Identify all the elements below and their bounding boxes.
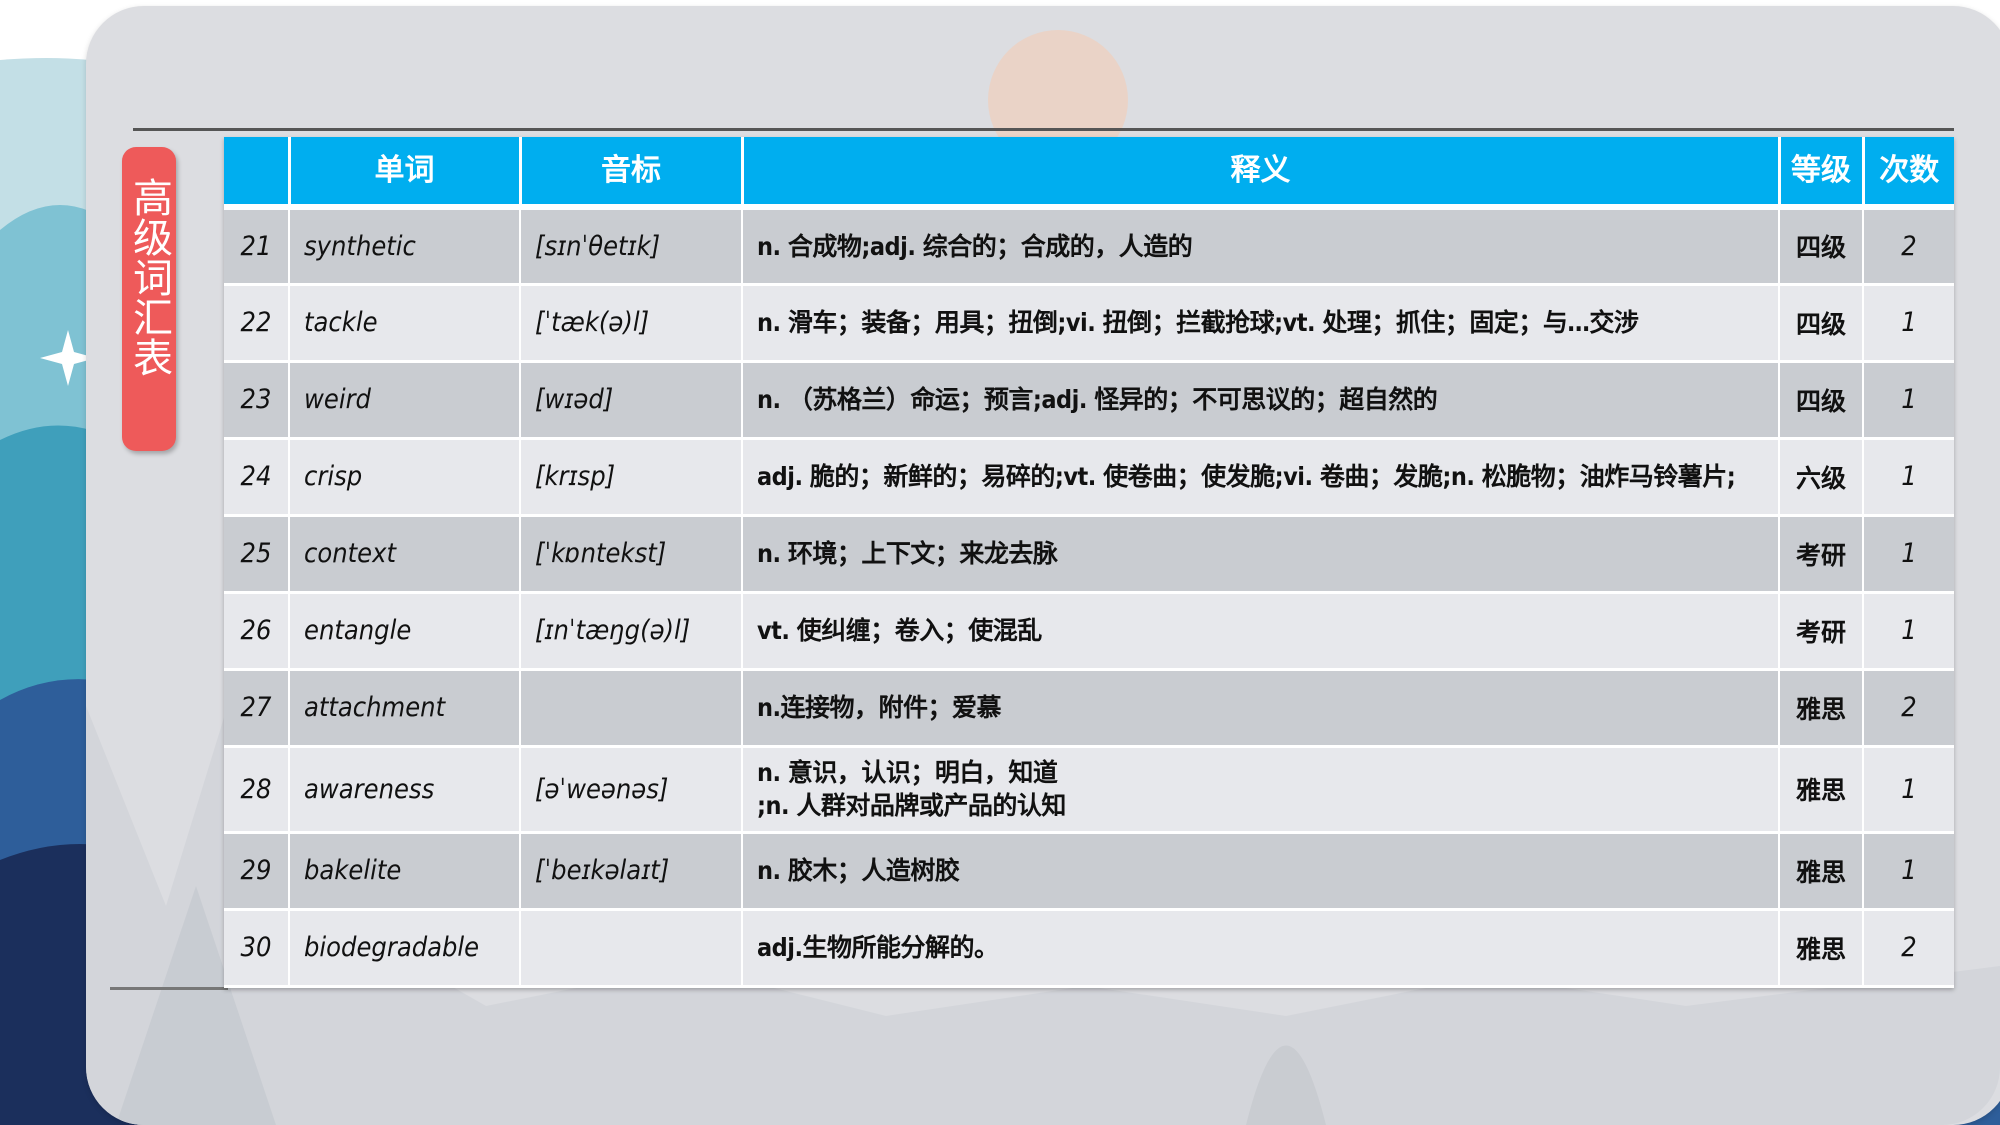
row-phonetic: [sɪnˈθetɪk] — [520, 207, 743, 286]
row-level: 考研 — [1779, 515, 1864, 594]
row-phonetic — [520, 669, 743, 748]
header-count: 次数 — [1863, 137, 1954, 207]
table-row: 27 attachment n.连接物，附件；爱慕 雅思 2 — [224, 669, 1954, 748]
row-definition: vt. 使纠缠；卷入；使混乱 — [742, 592, 1780, 671]
row-number: 29 — [224, 832, 290, 911]
row-phonetic: [ˈkɒntekst] — [520, 515, 743, 594]
row-word: attachment — [289, 669, 521, 748]
row-phonetic: [ˈbeɪkəlaɪt] — [520, 832, 743, 911]
row-definition: n. 环境；上下文；来龙去脉 — [742, 515, 1780, 594]
table-row: 29 bakelite [ˈbeɪkəlaɪt] n. 胶木；人造树胶 雅思 1 — [224, 832, 1954, 911]
vocabulary-table: 单词 音标 释义 等级 次数 21 synthetic [sɪnˈθetɪk] … — [224, 137, 1954, 988]
row-count: 1 — [1863, 832, 1954, 911]
row-phonetic: [ˈtæk(ə)l] — [520, 284, 743, 363]
header-level: 等级 — [1779, 137, 1865, 207]
row-word: synthetic — [289, 207, 521, 286]
row-number: 21 — [224, 207, 290, 286]
row-phonetic: [əˈweənəs] — [520, 746, 743, 834]
row-word: biodegradable — [289, 909, 521, 988]
row-count: 1 — [1863, 746, 1954, 834]
table-header-row: 单词 音标 释义 等级 次数 — [224, 137, 1954, 207]
row-count: 1 — [1863, 515, 1954, 594]
row-phonetic: [ɪnˈtæŋg(ə)l] — [520, 592, 743, 671]
row-number: 26 — [224, 592, 290, 671]
row-level: 考研 — [1779, 592, 1864, 671]
row-definition-line: ;n. 人群对品牌或产品的认知 — [757, 791, 1066, 820]
row-count: 1 — [1863, 284, 1954, 363]
top-divider — [133, 128, 1954, 131]
row-number: 28 — [224, 746, 290, 834]
row-phonetic: [krɪsp] — [520, 438, 743, 517]
row-count: 2 — [1863, 207, 1954, 286]
row-word: weird — [289, 361, 521, 440]
row-number: 25 — [224, 515, 290, 594]
bottom-divider — [110, 987, 228, 990]
table-row: 25 context [ˈkɒntekst] n. 环境；上下文；来龙去脉 考研… — [224, 515, 1954, 594]
table-row: 21 synthetic [sɪnˈθetɪk] n. 合成物;adj. 综合的… — [224, 207, 1954, 286]
table-row: 22 tackle [ˈtæk(ə)l] n. 滑车；装备；用具；扭倒;vi. … — [224, 284, 1954, 363]
row-phonetic — [520, 909, 743, 988]
table-row: 28 awareness [əˈweənəs] n. 意识，认识；明白，知道 ;… — [224, 746, 1954, 834]
header-word: 单词 — [289, 137, 522, 207]
row-number: 27 — [224, 669, 290, 748]
row-word: awareness — [289, 746, 521, 834]
header-index — [224, 137, 291, 207]
row-definition-line: n. 意识，认识；明白，知道 — [757, 758, 1058, 787]
row-definition: adj.生物所能分解的。 — [742, 909, 1780, 988]
row-level: 雅思 — [1779, 909, 1864, 988]
row-level: 雅思 — [1779, 832, 1864, 911]
row-count: 1 — [1863, 438, 1954, 517]
header-phonetic: 音标 — [520, 137, 744, 207]
row-phonetic: [wɪəd] — [520, 361, 743, 440]
row-definition: n. 意识，认识；明白，知道 ;n. 人群对品牌或产品的认知 — [742, 746, 1780, 834]
table-row: 24 crisp [krɪsp] adj. 脆的；新鲜的；易碎的;vt. 使卷曲… — [224, 438, 1954, 517]
row-definition: n. 合成物;adj. 综合的；合成的，人造的 — [742, 207, 1780, 286]
row-definition: adj. 脆的；新鲜的；易碎的;vt. 使卷曲；使发脆;vi. 卷曲；发脆;n.… — [742, 438, 1780, 517]
row-number: 30 — [224, 909, 290, 988]
row-level: 四级 — [1779, 361, 1864, 440]
table-row: 30 biodegradable adj.生物所能分解的。 雅思 2 — [224, 909, 1954, 988]
row-word: context — [289, 515, 521, 594]
row-word: tackle — [289, 284, 521, 363]
row-count: 1 — [1863, 361, 1954, 440]
row-number: 24 — [224, 438, 290, 517]
table-row: 23 weird [wɪəd] n. （苏格兰）命运；预言;adj. 怪异的；不… — [224, 361, 1954, 440]
row-word: bakelite — [289, 832, 521, 911]
row-level: 四级 — [1779, 207, 1864, 286]
row-word: crisp — [289, 438, 521, 517]
row-level: 雅思 — [1779, 746, 1864, 834]
row-definition: n.连接物，附件；爱慕 — [742, 669, 1780, 748]
row-definition: n. （苏格兰）命运；预言;adj. 怪异的；不可思议的；超自然的 — [742, 361, 1780, 440]
row-count: 2 — [1863, 909, 1954, 988]
row-count: 1 — [1863, 592, 1954, 671]
row-word: entangle — [289, 592, 521, 671]
row-level: 四级 — [1779, 284, 1864, 363]
row-count: 2 — [1863, 669, 1954, 748]
row-definition: n. 胶木；人造树胶 — [742, 832, 1780, 911]
row-level: 雅思 — [1779, 669, 1864, 748]
row-number: 22 — [224, 284, 290, 363]
row-definition: n. 滑车；装备；用具；扭倒;vi. 扭倒；拦截抢球;vt. 处理；抓住；固定；… — [742, 284, 1780, 363]
section-title-tab: 高级词汇表 — [122, 147, 176, 451]
header-definition: 释义 — [742, 137, 1781, 207]
table-row: 26 entangle [ɪnˈtæŋg(ə)l] vt. 使纠缠；卷入；使混乱… — [224, 592, 1954, 671]
row-number: 23 — [224, 361, 290, 440]
row-level: 六级 — [1779, 438, 1864, 517]
